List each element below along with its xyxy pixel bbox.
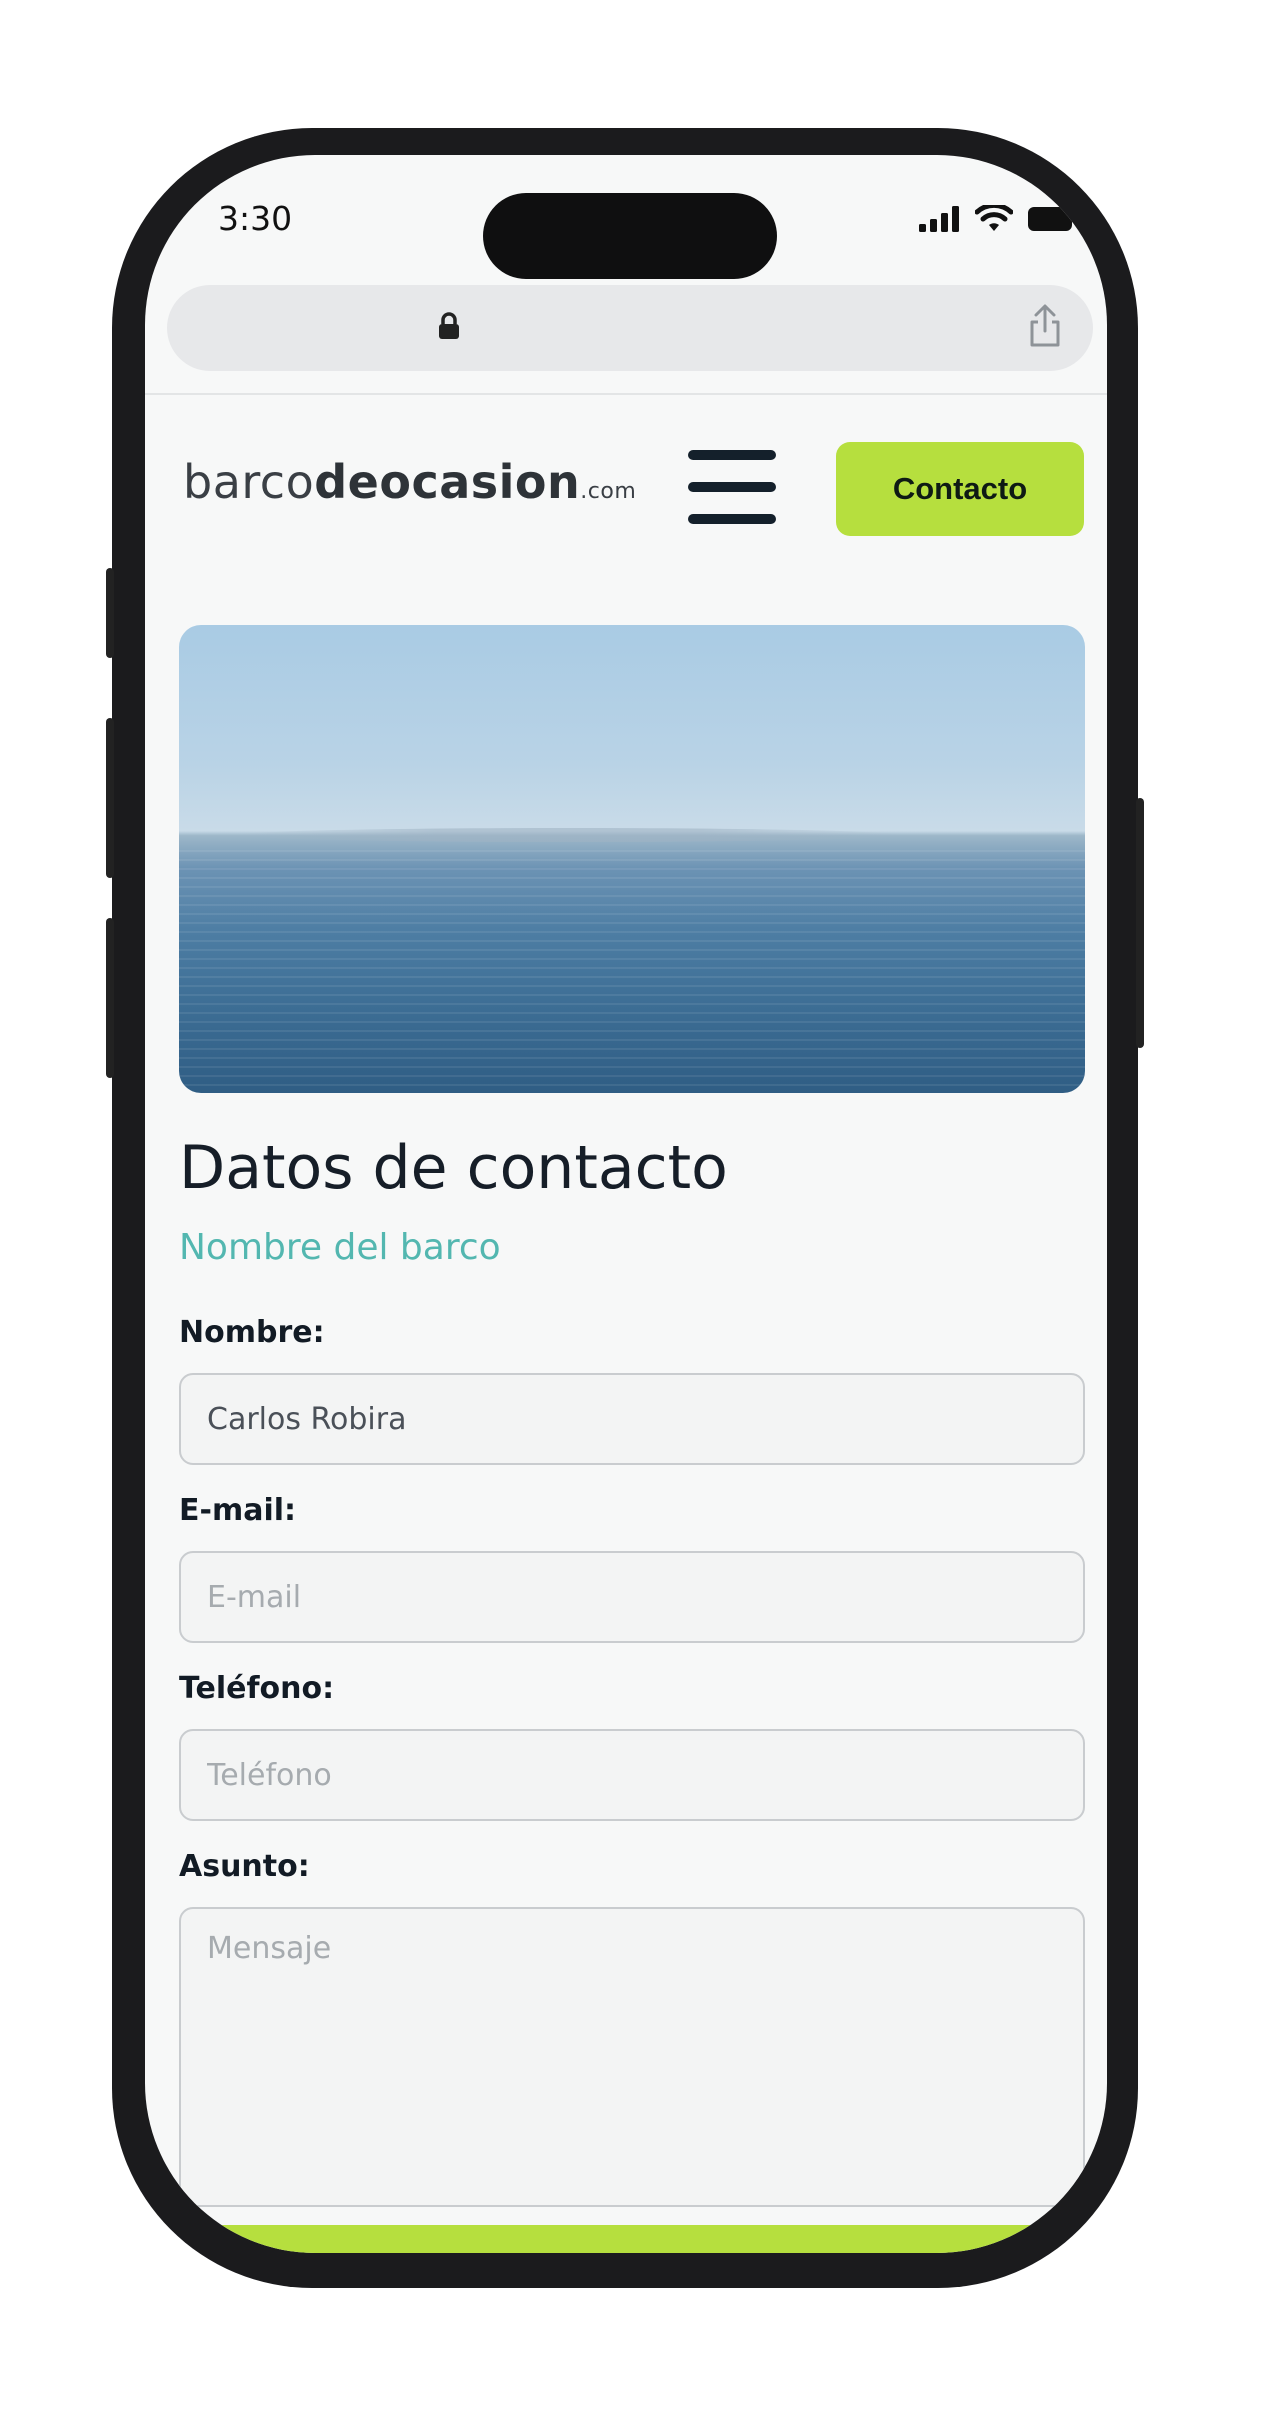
page-title: Datos de contacto: [179, 1133, 728, 1203]
hero-sea-image: [179, 625, 1085, 1093]
status-time: 3:30: [218, 199, 293, 238]
boat-name-subtitle: Nombre del barco: [179, 1227, 501, 1268]
message-field[interactable]: [179, 1907, 1085, 2207]
share-icon[interactable]: [1027, 303, 1063, 349]
subject-label: Asunto:: [179, 1849, 310, 1884]
hamburger-menu-icon[interactable]: [688, 450, 778, 530]
name-label: Nombre:: [179, 1315, 325, 1350]
volume-up-button: [106, 718, 114, 878]
sea-waves: [179, 850, 1085, 1093]
power-button: [1136, 798, 1144, 1048]
volume-down-button: [106, 918, 114, 1078]
logo-text-com: .com: [580, 479, 637, 504]
logo-text-de: de: [314, 455, 380, 509]
name-field[interactable]: [179, 1373, 1085, 1465]
battery-icon: [1028, 207, 1078, 231]
horizon-land: [239, 828, 899, 842]
mute-switch: [106, 568, 114, 658]
dynamic-island: [483, 193, 777, 279]
browser-divider: [145, 393, 1107, 395]
phone-screen: 3:30 barcodeocasion.com Contacto Datos d…: [145, 155, 1107, 2253]
phone-label: Teléfono:: [179, 1671, 335, 1706]
contact-button[interactable]: Contacto: [836, 442, 1084, 536]
browser-address-bar[interactable]: [167, 285, 1093, 371]
phone-field[interactable]: [179, 1729, 1085, 1821]
logo-text-barco: barco: [183, 455, 315, 509]
wifi-icon: [975, 205, 1013, 231]
submit-button-edge[interactable]: [145, 2225, 1107, 2253]
logo-text-ocasion: ocasion: [379, 455, 581, 509]
email-label: E-mail:: [179, 1493, 297, 1528]
signal-icon: [919, 206, 959, 232]
lock-icon: [439, 312, 459, 339]
email-field[interactable]: [179, 1551, 1085, 1643]
site-logo[interactable]: barcodeocasion.com: [183, 455, 636, 509]
status-icons: [919, 205, 1079, 233]
